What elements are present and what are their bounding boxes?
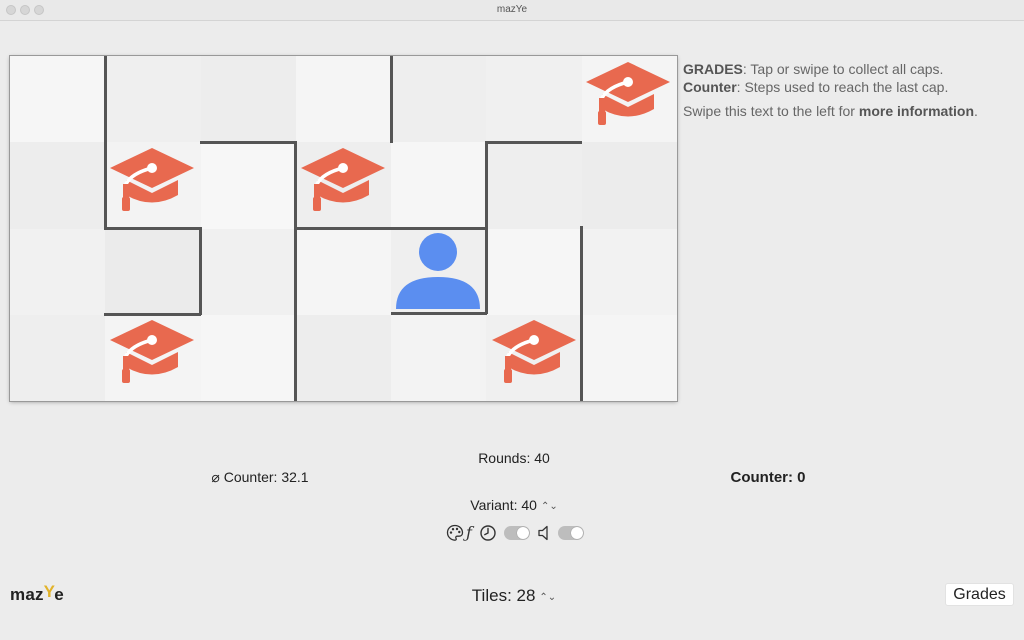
average-counter-label: ⌀ Counter: 32.1	[211, 469, 309, 485]
grades-button[interactable]: Grades	[945, 583, 1014, 606]
logo-text-end: e	[54, 585, 64, 604]
maze-tile[interactable]	[486, 56, 582, 143]
maze-tile[interactable]	[105, 56, 201, 143]
maze-wall	[104, 313, 201, 316]
maze-tile[interactable]	[10, 228, 106, 315]
player-person-icon[interactable]	[393, 230, 483, 312]
variant-label: Variant: 40	[470, 497, 537, 513]
maze-wall	[391, 312, 487, 315]
timer-toggle[interactable]	[504, 526, 530, 540]
logo-text-start: maz	[10, 585, 44, 604]
maze-tile[interactable]	[581, 228, 677, 315]
title-bar: mazYe	[0, 0, 1024, 21]
function-icon[interactable]: ƒ	[466, 524, 472, 542]
graduation-cap-icon[interactable]	[582, 59, 674, 141]
palette-icon[interactable]	[446, 524, 464, 542]
maze-tile[interactable]	[10, 314, 106, 401]
counter-label: Counter	[683, 79, 737, 95]
maze-tile[interactable]	[486, 142, 582, 229]
maze-tile[interactable]	[391, 314, 487, 401]
sound-toggle[interactable]	[558, 526, 584, 540]
grades-instruction: GRADES: Tap or swipe to collect all caps…	[683, 60, 1013, 78]
maze-tile[interactable]	[200, 142, 296, 229]
maze-tile[interactable]	[581, 314, 677, 401]
graduation-cap-icon[interactable]	[106, 145, 198, 227]
maze-tile[interactable]	[581, 142, 677, 229]
clock-icon[interactable]	[479, 524, 497, 542]
maze-tile[interactable]	[295, 56, 392, 143]
instructions-panel[interactable]: GRADES: Tap or swipe to collect all caps…	[683, 60, 1013, 120]
maze-tile[interactable]	[10, 56, 106, 143]
counter-instruction: Counter: Steps used to reach the last ca…	[683, 78, 1013, 96]
maze-tile[interactable]	[200, 314, 296, 401]
tiles-label: Tiles: 28	[471, 586, 536, 605]
maze-tile[interactable]	[391, 142, 487, 229]
maze-tile[interactable]	[391, 56, 487, 143]
maze-tile[interactable]	[200, 228, 296, 315]
maze-wall	[104, 227, 201, 230]
window-title: mazYe	[496, 4, 528, 15]
maze-wall	[486, 141, 582, 144]
grades-text: : Tap or swipe to collect all caps.	[742, 61, 944, 77]
maze-wall	[390, 56, 393, 143]
maze-tile[interactable]	[10, 142, 106, 229]
maze-tile[interactable]	[105, 228, 201, 315]
maze-tile[interactable]	[486, 228, 582, 315]
app-logo: mazYe	[10, 582, 64, 605]
graduation-cap-icon[interactable]	[488, 317, 580, 399]
maze-tile[interactable]	[295, 228, 392, 315]
variant-stepper[interactable]: Variant: 40 ⌃⌄	[470, 497, 557, 513]
swipe-hint-suffix: .	[974, 103, 978, 119]
rounds-label: Rounds: 40	[478, 450, 550, 466]
more-information-link[interactable]: more information	[859, 103, 974, 119]
counter-value: Counter: 0	[730, 469, 806, 486]
counter-text: : Steps used to reach the last cap.	[736, 79, 949, 95]
speaker-icon[interactable]	[537, 524, 551, 542]
maze-tile[interactable]	[200, 56, 296, 143]
variant-stepper-arrows-icon[interactable]: ⌃⌄	[541, 501, 558, 512]
maze-wall	[200, 141, 297, 144]
maze-wall	[199, 227, 202, 315]
maze-wall	[580, 226, 583, 401]
maze-tile[interactable]	[295, 314, 392, 401]
grades-label: GRADES	[683, 61, 743, 77]
swipe-hint[interactable]: Swipe this text to the left for more inf…	[683, 102, 1013, 120]
swipe-hint-text: Swipe this text to the left for	[683, 103, 859, 119]
graduation-cap-icon[interactable]	[106, 317, 198, 399]
maze-board[interactable]	[10, 56, 677, 401]
logo-text-y: Y	[43, 582, 55, 601]
tiles-stepper[interactable]: Tiles: 28 ⌃⌄	[472, 586, 556, 606]
graduation-cap-icon[interactable]	[297, 145, 389, 227]
tiles-stepper-arrows-icon[interactable]: ⌃⌄	[539, 592, 556, 603]
maze-wall	[485, 141, 488, 314]
